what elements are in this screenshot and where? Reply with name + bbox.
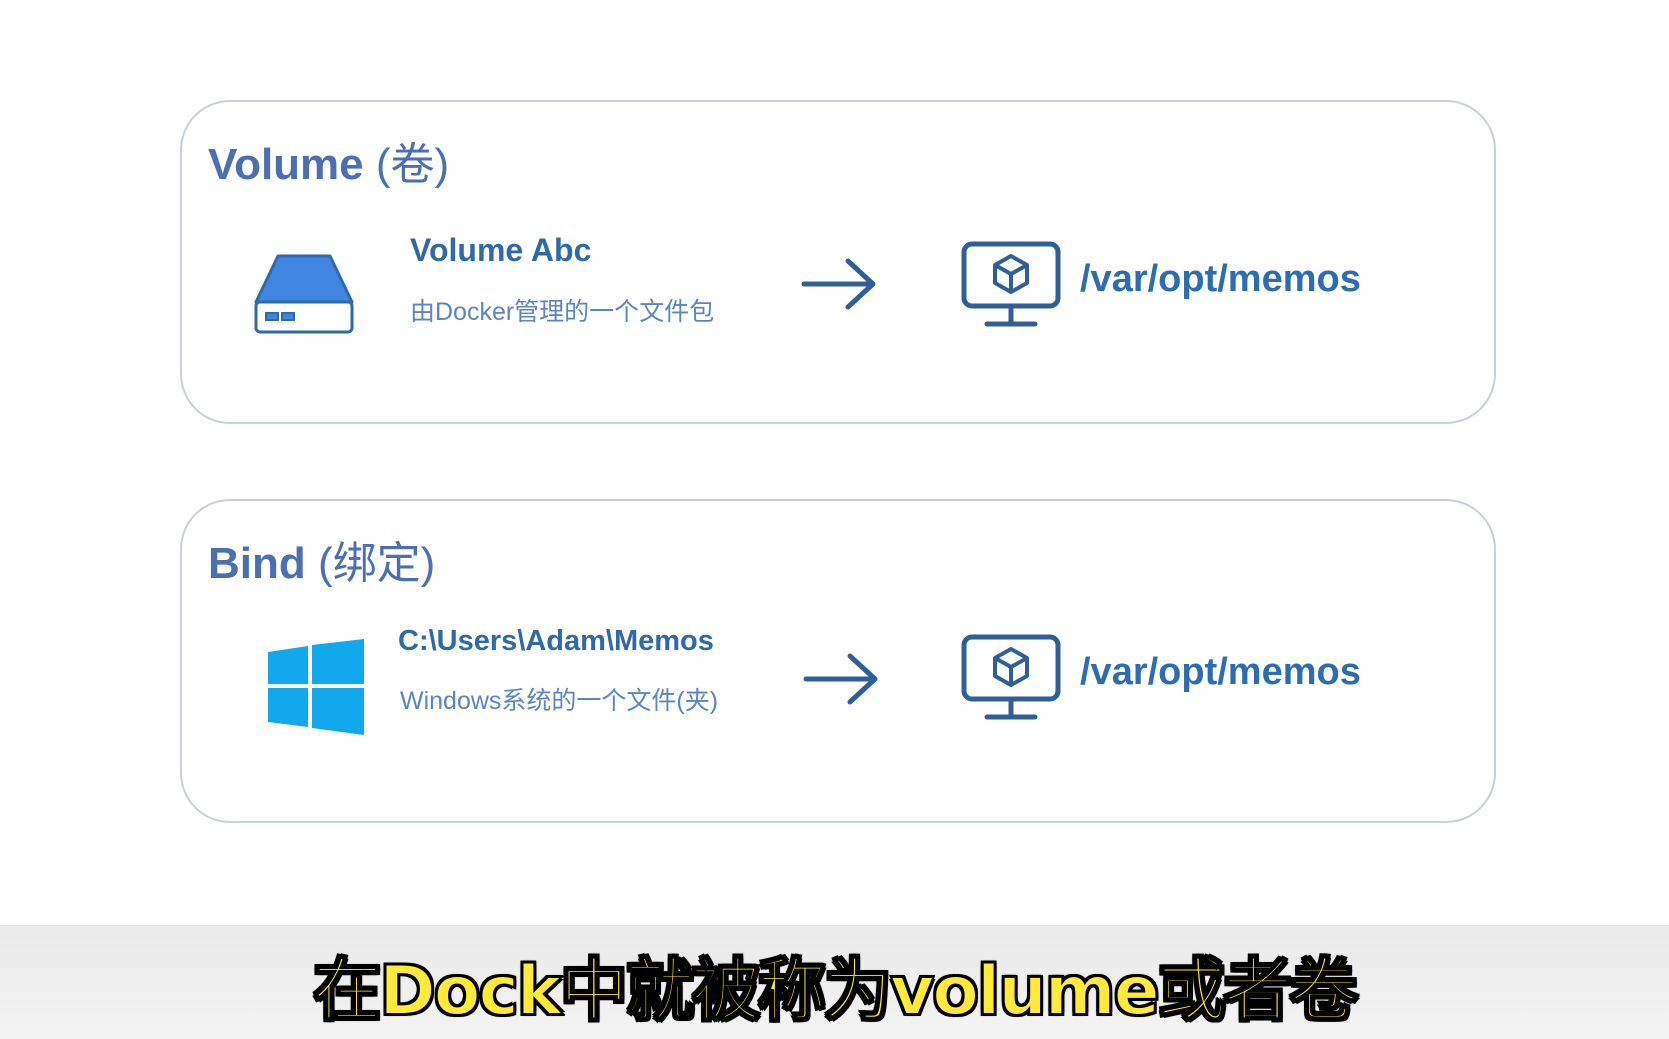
bind-target-path: /var/opt/memos — [1080, 651, 1361, 693]
arrow-right-icon — [803, 653, 878, 705]
bind-panel: Bind (绑定) C:\Users\Adam\Memos Windows系统的… — [180, 499, 1496, 823]
bind-title-label: Bind — [208, 539, 306, 588]
subtitle-caption: 在Dock中就被称为volume或者卷 — [312, 951, 1358, 1032]
volume-title-sub: (卷) — [375, 140, 450, 189]
volume-source-desc: 由Docker管理的一个文件包 — [410, 298, 715, 326]
bind-panel-title: Bind (绑定) — [208, 527, 435, 591]
volume-title-label: Volume — [208, 140, 364, 189]
volume-panel-title: Volume (卷) — [208, 128, 449, 192]
bind-title-sub: (绑定) — [318, 539, 436, 588]
volume-source-name: Volume Abc — [410, 232, 592, 268]
bind-source-desc: Windows系统的一个文件(夹) — [400, 687, 719, 715]
bind-source-name: C:\Users\Adam\Memos — [398, 625, 714, 657]
container-monitor-icon — [961, 241, 1061, 327]
arrow-right-icon — [801, 258, 876, 310]
volume-target-path: /var/opt/memos — [1080, 258, 1361, 300]
drive-icon — [254, 254, 354, 334]
subtitle-bar: 在Dock中就被称为volume或者卷 — [0, 925, 1669, 1039]
volume-panel: Volume (卷) Volume Abc 由Docker管理的一个文件包 /v… — [180, 100, 1496, 424]
container-monitor-icon — [961, 634, 1061, 720]
windows-logo-icon — [268, 639, 364, 735]
